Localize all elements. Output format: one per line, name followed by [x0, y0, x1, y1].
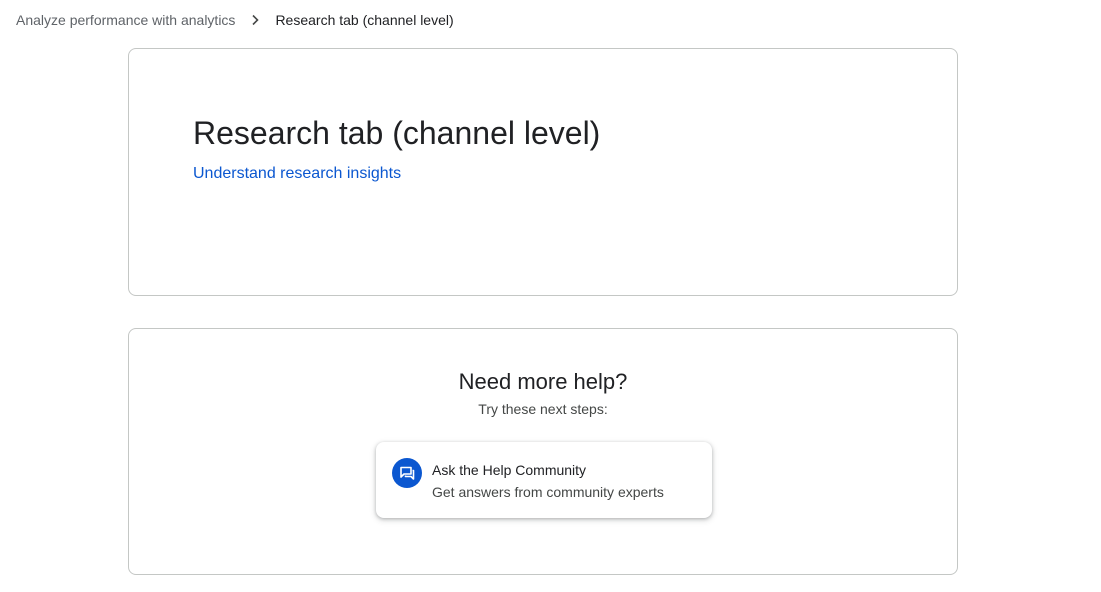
help-title: Need more help? — [458, 369, 628, 394]
breadcrumb: Analyze performance with analytics Resea… — [16, 10, 454, 30]
forum-icon — [392, 458, 422, 488]
chevron-right-icon — [243, 14, 267, 26]
community-description: Get answers from community experts — [432, 484, 664, 500]
breadcrumb-current: Research tab (channel level) — [275, 12, 454, 28]
community-title: Ask the Help Community — [432, 462, 587, 478]
breadcrumb-parent-link[interactable]: Analyze performance with analytics — [16, 12, 235, 28]
understand-research-insights-link[interactable]: Understand research insights — [193, 163, 401, 185]
page-title: Research tab (channel level) — [193, 115, 601, 151]
help-subtitle: Try these next steps: — [478, 401, 608, 417]
ask-help-community-button[interactable]: Ask the Help Community Get answers from … — [376, 442, 712, 518]
help-card: Need more help? Try these next steps: As… — [128, 328, 958, 575]
article-card: Research tab (channel level) Understand … — [128, 48, 958, 296]
